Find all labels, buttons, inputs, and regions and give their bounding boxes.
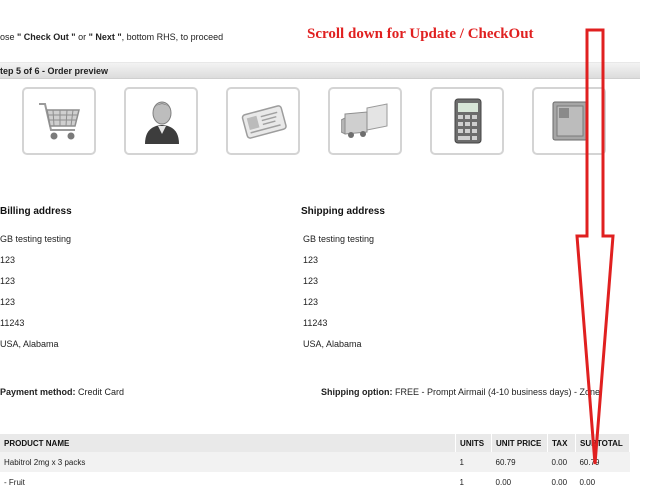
- cell-unit-price: 0.00: [491, 472, 548, 489]
- calculator-icon: [454, 98, 482, 144]
- shipping-line: 11243: [303, 318, 328, 328]
- shipping-address-title: Shipping address: [301, 206, 385, 217]
- user-icon: [145, 101, 179, 144]
- table-header-row: PRODUCT NAME UNITS UNIT PRICE TAX SUBTOT…: [0, 434, 631, 452]
- cart-icon: [39, 103, 80, 140]
- step-bar: tep 5 of 6 - Order preview: [0, 62, 640, 79]
- billing-line: 123: [0, 255, 16, 265]
- step-calculate-button[interactable]: [430, 87, 504, 155]
- billing-line: GB testing testing: [0, 234, 72, 244]
- col-product-name: PRODUCT NAME: [0, 434, 457, 452]
- shipping-line: GB testing testing: [303, 234, 375, 244]
- step-shipping-button[interactable]: [328, 87, 402, 155]
- shipping-line: 123: [303, 297, 319, 307]
- shipping-line: 123: [303, 276, 319, 286]
- shipping-option-label: Shipping option:: [321, 387, 393, 397]
- cell-tax: 0.00: [547, 472, 576, 489]
- billing-line: USA, Alabama: [0, 339, 59, 349]
- cell-product: Habitrol 2mg x 3 packs: [0, 452, 456, 472]
- scroll-hint-annotation: Scroll down for Update / CheckOut: [307, 26, 534, 42]
- id-card-icon: [241, 105, 287, 139]
- shipping-option: Shipping option: FREE - Prompt Airmail (…: [321, 387, 600, 397]
- col-tax: TAX: [547, 434, 576, 452]
- cell-subtotal: 0.00: [575, 472, 630, 489]
- payment-method: Payment method: Credit Card: [0, 387, 124, 397]
- order-table: PRODUCT NAME UNITS UNIT PRICE TAX SUBTOT…: [0, 434, 631, 489]
- cell-tax: 0.00: [547, 452, 576, 472]
- step-account-button[interactable]: [124, 87, 198, 155]
- shipping-line: USA, Alabama: [303, 339, 362, 349]
- billing-line: 123: [0, 276, 16, 286]
- shipping-line: 123: [303, 255, 319, 265]
- table-row: Habitrol 2mg x 3 packs 1 60.79 0.00 60.7…: [0, 452, 630, 472]
- truck-icon: [341, 103, 388, 138]
- payment-method-value: Credit Card: [78, 387, 125, 397]
- payment-method-label: Payment method:: [0, 387, 76, 397]
- billing-address-title: Billing address: [0, 206, 72, 217]
- table-row: - Fruit 1 0.00 0.00 0.00: [0, 472, 630, 489]
- cell-product: - Fruit: [0, 472, 456, 489]
- down-arrow-icon: [575, 28, 615, 465]
- cell-units: 1: [455, 452, 492, 472]
- step-label: tep 5 of 6 - Order preview: [0, 66, 109, 76]
- billing-line: 11243: [0, 318, 25, 328]
- cell-units: 1: [455, 472, 492, 489]
- cell-unit-price: 60.79: [491, 452, 548, 472]
- col-unit-price: UNIT PRICE: [491, 434, 548, 452]
- step-cart-button[interactable]: [22, 87, 96, 155]
- shipping-option-value: FREE - Prompt Airmail (4-10 business day…: [395, 387, 601, 397]
- col-units: UNITS: [455, 434, 493, 452]
- billing-line: 123: [0, 297, 16, 307]
- instructions-text: ose " Check Out " or " Next ", bottom RH…: [0, 32, 224, 42]
- step-payment-button[interactable]: [226, 87, 300, 155]
